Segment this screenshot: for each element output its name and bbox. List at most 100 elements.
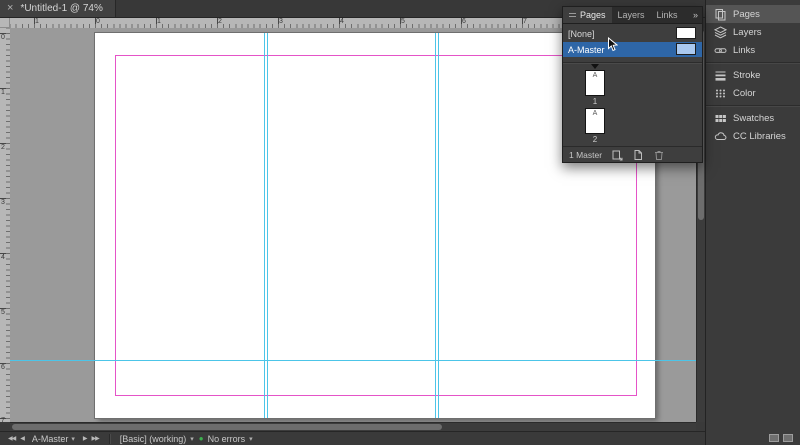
new-page-icon[interactable]: [632, 149, 644, 161]
ruler-number: 2: [218, 18, 222, 26]
preflight-profile-value: [Basic] (working): [120, 434, 187, 444]
ruler-number: 2: [1, 144, 5, 152]
edit-page-size-icon[interactable]: [611, 149, 623, 161]
cc-libraries-icon: [714, 130, 727, 143]
master-label: [None]: [568, 29, 595, 39]
page-thumbnail-1[interactable]: A: [585, 70, 605, 96]
ruler-number: 6: [1, 364, 5, 372]
ruler-number: 1: [1, 89, 5, 97]
dock-item-label: Layers: [733, 27, 762, 38]
dock-item-label: Color: [733, 88, 756, 99]
spread-view-icon[interactable]: [769, 434, 779, 442]
dock-item-layers[interactable]: Layers: [706, 23, 800, 41]
vertical-ruler[interactable]: 0 1 2 3 4 5 6 7: [0, 28, 10, 422]
chevron-down-icon: ▾: [71, 435, 75, 443]
previous-page-button[interactable]: ◀: [20, 435, 24, 442]
statusbar-divider: [109, 434, 110, 444]
ruler-number: 0: [1, 34, 5, 42]
master-prefix-label: A: [593, 109, 598, 133]
pages-icon: [714, 8, 727, 21]
master-prefix-label: A: [593, 71, 598, 95]
ruler-number: 4: [340, 18, 344, 26]
tab-label: Pages: [580, 10, 606, 20]
document-title: *Untitled-1 @ 74%: [20, 3, 102, 14]
panel-grip-icon: [569, 11, 576, 19]
page-thumbnail-2[interactable]: A: [585, 108, 605, 134]
ruler-number: 5: [1, 309, 5, 317]
tab-label: Links: [657, 10, 678, 20]
preflight-status[interactable]: ● No errors ▾: [199, 434, 253, 444]
tab-pages[interactable]: Pages: [563, 7, 612, 23]
master-label: A-Master: [568, 45, 605, 55]
margin-guides: [115, 55, 637, 396]
panel-section-divider[interactable]: [563, 62, 702, 63]
pages-panel-tabbar: Pages Layers Links »: [563, 7, 702, 24]
document-tab[interactable]: × *Untitled-1 @ 74%: [0, 0, 116, 17]
ruler-number: 6: [462, 18, 466, 26]
dock-divider: [706, 62, 800, 63]
ruler-origin-corner[interactable]: [0, 18, 10, 28]
dock-item-label: Stroke: [733, 70, 760, 81]
next-page-button[interactable]: ▶: [83, 435, 87, 442]
preflight-profile-select[interactable]: [Basic] (working) ▾: [120, 434, 194, 444]
preflight-status-text: No errors: [208, 434, 246, 444]
master-count-label: 1 Master: [569, 150, 602, 160]
swatches-icon: [714, 112, 727, 125]
ruler-number: 4: [1, 254, 5, 262]
close-tab-icon[interactable]: ×: [7, 3, 13, 14]
delete-page-icon[interactable]: [653, 149, 665, 161]
color-icon: [714, 87, 727, 100]
dock-item-label: CC Libraries: [733, 131, 786, 142]
indesign-app: × *Untitled-1 @ 74% 1 0 1 2 3 4 5 6 7 8 …: [0, 0, 800, 445]
ruler-number: 1: [157, 18, 161, 26]
ruler-number: 5: [401, 18, 405, 26]
ruler-number: 7: [1, 417, 5, 425]
master-thumbnail-a-master[interactable]: [676, 43, 696, 55]
dock-item-label: Links: [733, 45, 755, 56]
page-number-label: 2: [585, 135, 605, 144]
stroke-icon: [714, 69, 727, 82]
current-page-indicator-icon: [591, 64, 599, 69]
collapse-panel-icon[interactable]: »: [688, 7, 702, 23]
ruler-number: 7: [523, 18, 527, 26]
links-icon: [714, 44, 727, 57]
dock-corner: [769, 434, 793, 442]
status-bar: ◀◀ ◀ A-Master ▾ ▶ ▶▶ [Basic] (working) ▾…: [0, 431, 705, 445]
ruler-number: 3: [1, 199, 5, 207]
horizontal-scrollbar-thumb[interactable]: [12, 424, 442, 430]
pages-panel-footer: 1 Master: [563, 146, 702, 162]
last-page-button[interactable]: ▶▶: [92, 435, 99, 442]
single-page-view-icon[interactable]: [783, 434, 793, 442]
dock-item-links[interactable]: Links: [706, 41, 800, 59]
layers-icon: [714, 26, 727, 39]
ruler-number: 3: [279, 18, 283, 26]
dock-item-label: Pages: [733, 9, 760, 20]
page-number-select[interactable]: A-Master ▾: [29, 434, 78, 444]
master-row-a-master[interactable]: A-Master: [563, 42, 702, 57]
ruler-number: 0: [96, 18, 100, 26]
master-thumbnail-none[interactable]: [676, 27, 696, 39]
mouse-cursor-icon: [607, 37, 618, 54]
chevron-down-icon: ▾: [249, 435, 253, 443]
master-row-none[interactable]: [None]: [563, 26, 702, 41]
tab-label: Layers: [618, 10, 645, 20]
page-number-value: A-Master: [32, 434, 69, 444]
dock-item-label: Swatches: [733, 113, 774, 124]
dock-item-pages[interactable]: Pages: [706, 5, 800, 23]
horizontal-ruler-guide[interactable]: [10, 360, 696, 361]
dock-item-swatches[interactable]: Swatches: [706, 109, 800, 127]
panel-dock: Pages Layers Links Stroke Color: [705, 0, 800, 445]
ruler-number: 1: [35, 18, 39, 26]
page-number-label: 1: [585, 97, 605, 106]
tab-links[interactable]: Links: [651, 7, 684, 23]
dock-item-stroke[interactable]: Stroke: [706, 66, 800, 84]
dock-divider: [706, 105, 800, 106]
horizontal-scrollbar[interactable]: [10, 422, 696, 431]
first-page-button[interactable]: ◀◀: [8, 435, 15, 442]
preflight-ok-icon: ●: [199, 435, 204, 443]
dock-item-cc-libraries[interactable]: CC Libraries: [706, 127, 800, 145]
pages-panel: Pages Layers Links » [None] A-Master A 1…: [562, 6, 703, 163]
dock-item-color[interactable]: Color: [706, 84, 800, 102]
tab-layers[interactable]: Layers: [612, 7, 651, 23]
chevron-down-icon: ▾: [190, 435, 194, 443]
